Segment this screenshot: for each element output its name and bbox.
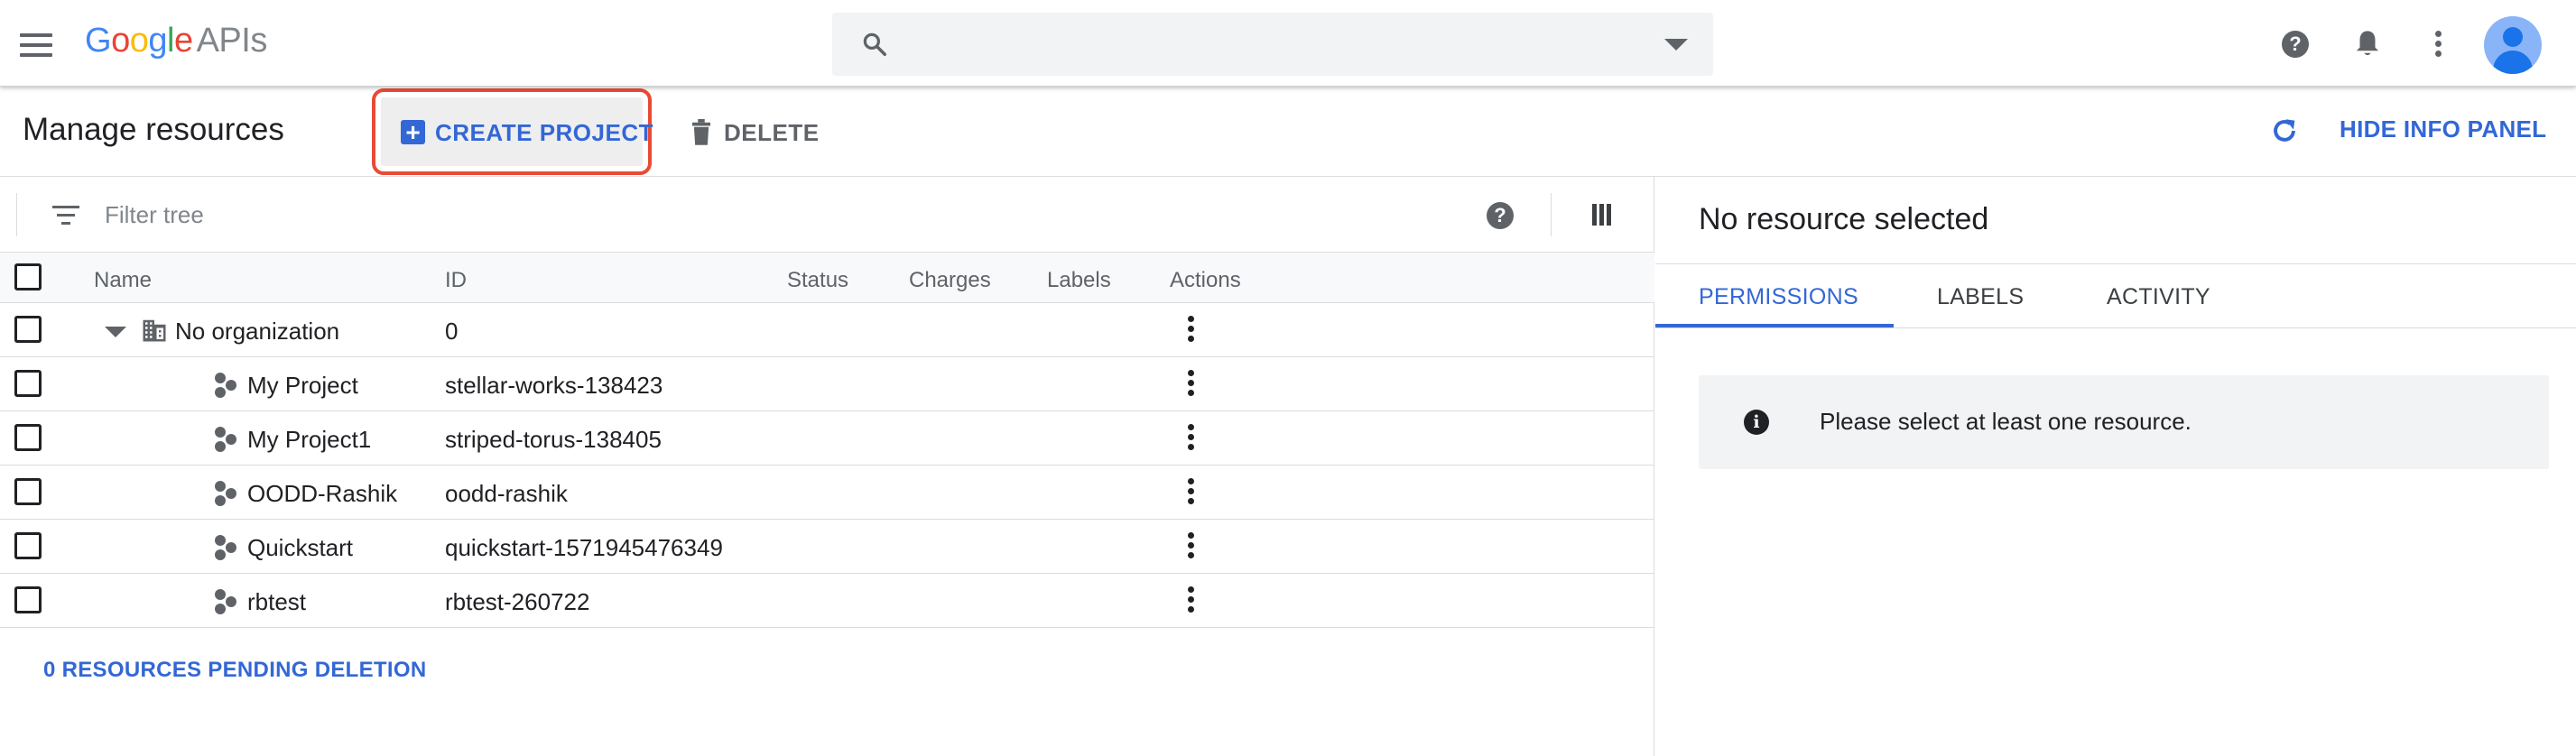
table-row[interactable]: OODD-Rashik oodd-rashik	[0, 466, 1654, 520]
column-header-labels[interactable]: Labels	[1047, 268, 1111, 293]
logo-letter: o	[111, 22, 130, 60]
project-icon	[213, 535, 238, 560]
row-actions-icon[interactable]	[1188, 316, 1195, 346]
info-notice: i Please select at least one resource.	[1699, 375, 2549, 469]
logo-suffix: APIs	[196, 22, 268, 60]
trash-icon	[692, 119, 710, 145]
info-icon: i	[1744, 410, 1769, 435]
column-header-id[interactable]: ID	[445, 268, 467, 293]
menu-icon[interactable]	[20, 33, 52, 57]
row-checkbox[interactable]	[14, 586, 42, 613]
help-icon[interactable]: ?	[2282, 31, 2309, 58]
resource-name[interactable]: My Project	[247, 372, 358, 400]
row-actions-icon[interactable]	[1188, 586, 1195, 616]
expand-caret-icon[interactable]	[105, 327, 126, 337]
refresh-icon[interactable]	[2269, 115, 2300, 146]
select-all-checkbox[interactable]	[14, 263, 42, 290]
notifications-icon[interactable]	[2354, 29, 2381, 60]
resource-id: stellar-works-138423	[445, 372, 663, 399]
row-checkbox[interactable]	[14, 370, 42, 397]
project-icon	[213, 427, 238, 452]
row-actions-icon[interactable]	[1188, 424, 1195, 454]
tab-activity[interactable]: ACTIVITY	[2107, 284, 2210, 310]
row-actions-icon[interactable]	[1188, 532, 1195, 562]
avatar[interactable]	[2484, 16, 2542, 74]
info-message: Please select at least one resource.	[1820, 408, 2191, 435]
row-checkbox[interactable]	[14, 424, 42, 451]
organization-icon	[143, 319, 166, 342]
info-panel: No resource selected PERMISSIONS LABELS …	[1655, 177, 2576, 756]
google-apis-logo[interactable]: Google APIs	[85, 22, 267, 60]
row-actions-icon[interactable]	[1188, 370, 1195, 400]
row-checkbox[interactable]	[14, 532, 42, 559]
active-tab-indicator	[1655, 324, 1894, 327]
add-box-icon: +	[401, 120, 425, 145]
divider	[1551, 193, 1552, 236]
project-icon	[213, 481, 238, 506]
project-icon	[213, 373, 238, 398]
table-header: Name ID Status Charges Labels Actions	[0, 253, 1654, 303]
column-header-status[interactable]: Status	[787, 268, 848, 293]
resource-id: rbtest-260722	[445, 588, 590, 615]
tab-permissions[interactable]: PERMISSIONS	[1699, 284, 1858, 310]
resource-id: striped-torus-138405	[445, 426, 662, 453]
top-app-bar: Google APIs ?	[0, 0, 2576, 87]
logo-letter: e	[173, 22, 193, 60]
logo-letter: l	[166, 22, 174, 60]
divider	[16, 193, 17, 236]
delete-label: DELETE	[724, 119, 820, 146]
filter-bar: ?	[0, 177, 1654, 253]
column-header-name[interactable]: Name	[94, 268, 152, 293]
resource-name[interactable]: rbtest	[247, 588, 306, 616]
resource-name[interactable]: No organization	[175, 318, 339, 346]
columns-icon[interactable]	[1592, 204, 1612, 226]
filter-icon[interactable]	[52, 206, 79, 226]
search-icon	[863, 32, 886, 56]
logo-letter: o	[129, 22, 149, 60]
pending-deletion-link[interactable]: 0 RESOURCES PENDING DELETION	[43, 658, 426, 683]
row-actions-icon[interactable]	[1188, 478, 1195, 508]
row-checkbox[interactable]	[14, 316, 42, 343]
resource-id: quickstart-1571945476349	[445, 534, 723, 561]
table-row[interactable]: Quickstart quickstart-1571945476349	[0, 520, 1654, 574]
resource-name[interactable]: OODD-Rashik	[247, 480, 397, 508]
search-bar[interactable]	[832, 13, 1713, 76]
table-row[interactable]: rbtest rbtest-260722	[0, 574, 1654, 628]
info-panel-tabs: PERMISSIONS LABELS ACTIVITY	[1655, 263, 2576, 328]
filter-tree-input[interactable]	[105, 197, 1368, 233]
tab-labels[interactable]: LABELS	[1937, 284, 2024, 310]
create-project-button[interactable]: + CREATE PROJECT	[372, 88, 653, 175]
table-row[interactable]: No organization 0	[0, 303, 1654, 357]
delete-button[interactable]: DELETE	[682, 97, 827, 166]
table-row[interactable]: My Project stellar-works-138423	[0, 357, 1654, 411]
help-icon[interactable]: ?	[1487, 202, 1514, 229]
column-header-actions: Actions	[1170, 268, 1241, 292]
resource-tree-panel: ? Name ID Status Charges Labels Actions	[0, 177, 1654, 756]
resource-name[interactable]: My Project1	[247, 426, 371, 454]
info-panel-title: No resource selected	[1699, 202, 1989, 236]
resource-rows: No organization 0 My Project stellar-wor…	[0, 303, 1654, 628]
resource-name[interactable]: Quickstart	[247, 534, 353, 562]
more-vert-icon[interactable]	[2435, 31, 2442, 60]
logo-letter: G	[85, 22, 112, 60]
create-project-label: CREATE PROJECT	[435, 119, 653, 146]
row-checkbox[interactable]	[14, 478, 42, 505]
hide-info-panel-button[interactable]: HIDE INFO PANEL	[2340, 115, 2546, 143]
resource-id: oodd-rashik	[445, 480, 568, 507]
resource-id: 0	[445, 318, 459, 345]
project-icon	[213, 589, 238, 614]
column-header-charges[interactable]: Charges	[909, 268, 991, 293]
page-toolbar: Manage resources + CREATE PROJECT DELETE…	[0, 87, 2576, 177]
logo-letter: g	[148, 22, 167, 60]
table-row[interactable]: My Project1 striped-torus-138405	[0, 411, 1654, 466]
page-title: Manage resources	[23, 112, 284, 147]
caret-down-icon[interactable]	[1664, 39, 1688, 51]
